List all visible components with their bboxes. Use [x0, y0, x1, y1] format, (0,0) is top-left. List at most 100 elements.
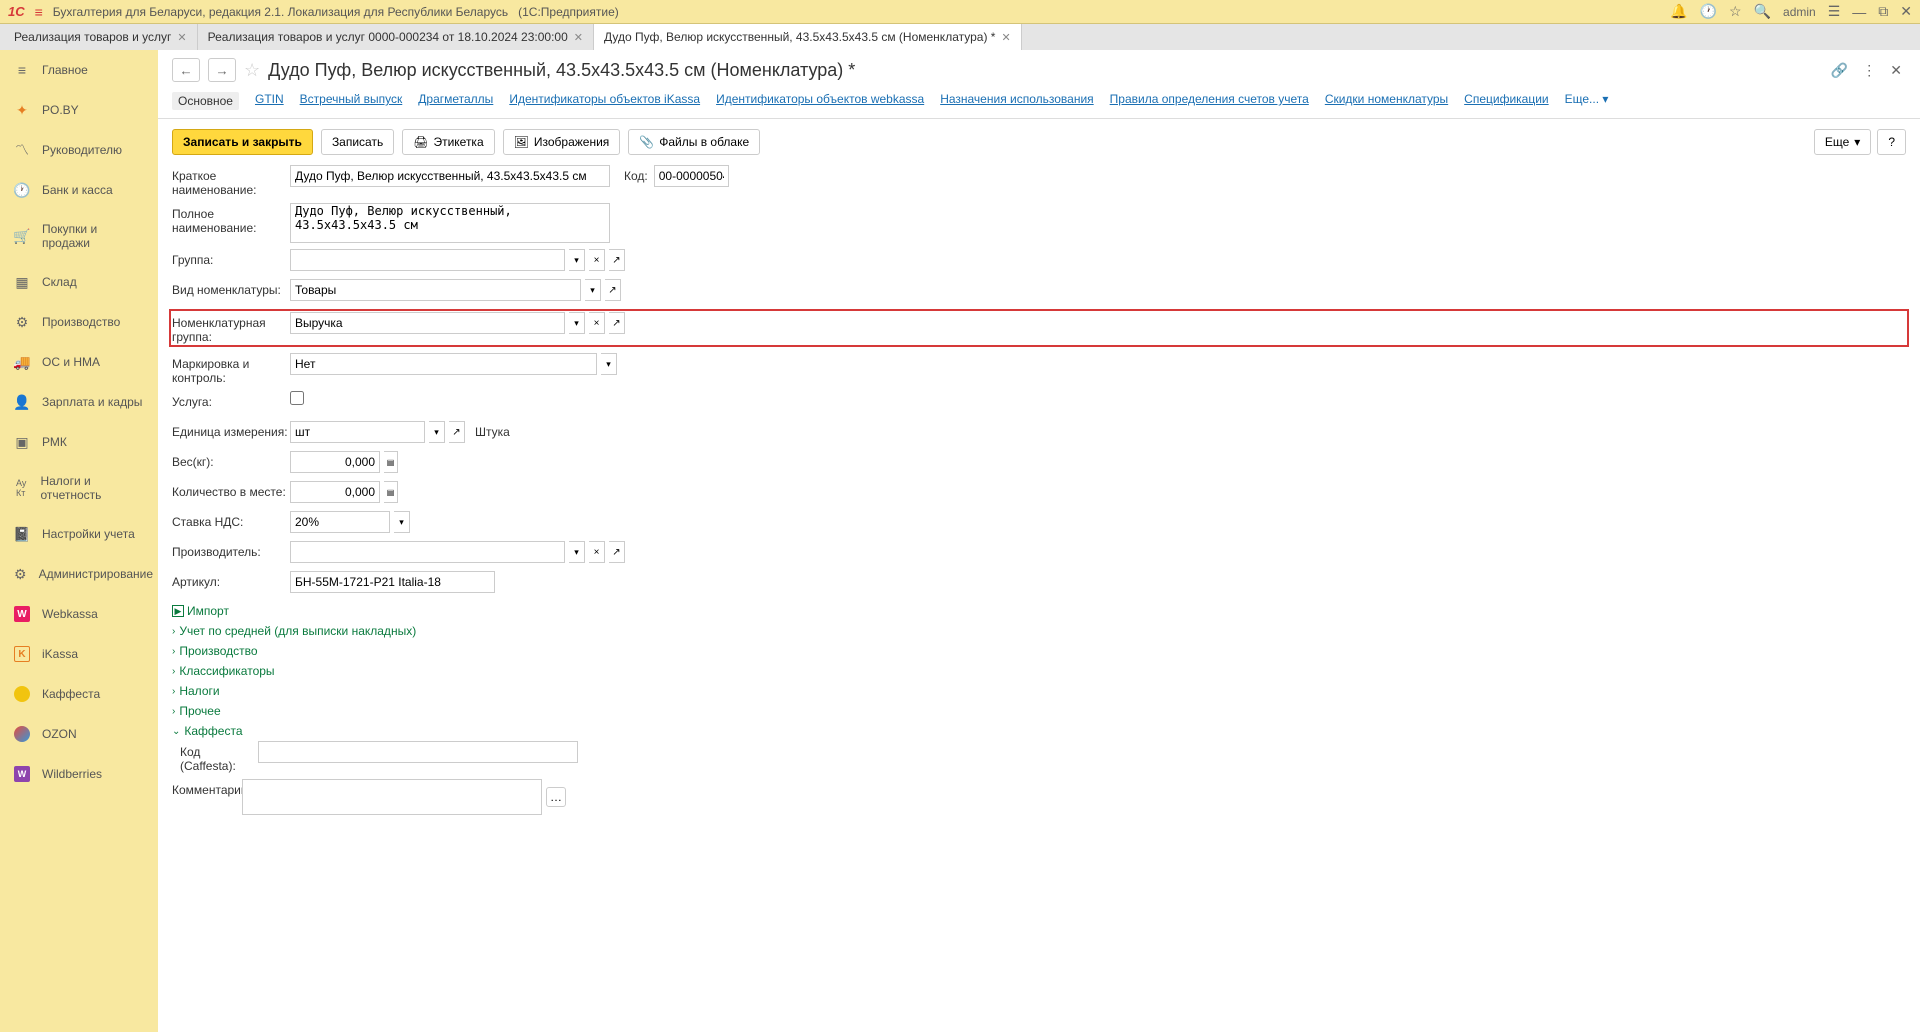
- tab-close-icon[interactable]: ✕: [1001, 31, 1010, 44]
- clear-icon[interactable]: ×: [589, 249, 605, 271]
- close-page-icon[interactable]: ✕: [1886, 60, 1906, 81]
- help-button[interactable]: ?: [1877, 129, 1906, 155]
- subtab-specs[interactable]: Спецификации: [1464, 92, 1548, 110]
- spinner-icon[interactable]: ▤: [384, 481, 398, 503]
- dropdown-icon[interactable]: ▾: [569, 541, 585, 563]
- subtab-metals[interactable]: Драгметаллы: [418, 92, 493, 110]
- subtab-ikassa[interactable]: Идентификаторы объектов iKassa: [509, 92, 700, 110]
- favorite-icon[interactable]: ☆: [244, 60, 260, 81]
- search-icon[interactable]: 🔍: [1754, 3, 1771, 20]
- tab-close-icon[interactable]: ✕: [574, 31, 583, 44]
- save-close-button[interactable]: Записать и закрыть: [172, 129, 313, 155]
- sidebar-item-admin[interactable]: ⚙Администрирование: [0, 554, 158, 594]
- dropdown-icon[interactable]: ▾: [601, 353, 617, 375]
- import-link[interactable]: ▶ Импорт: [172, 601, 1906, 621]
- open-icon[interactable]: ↗: [449, 421, 465, 443]
- sidebar-item-rmk[interactable]: ▣РМК: [0, 422, 158, 462]
- sidebar-item-assets[interactable]: 🚚ОС и НМА: [0, 342, 158, 382]
- service-checkbox[interactable]: [290, 391, 304, 405]
- dropdown-icon[interactable]: ▾: [394, 511, 410, 533]
- weight-input[interactable]: [290, 451, 380, 473]
- qty-input[interactable]: [290, 481, 380, 503]
- subtab-more[interactable]: Еще... ▾: [1565, 92, 1609, 110]
- manufacturer-input[interactable]: [290, 541, 565, 563]
- sidebar-item-manager[interactable]: 〽Руководителю: [0, 130, 158, 170]
- user-name[interactable]: admin: [1783, 5, 1816, 19]
- tab-0[interactable]: Реализация товаров и услуг ✕: [4, 24, 198, 50]
- unit-input[interactable]: [290, 421, 425, 443]
- vat-input[interactable]: [290, 511, 390, 533]
- comment-input[interactable]: [242, 779, 542, 815]
- label-button[interactable]: 🖨Этикетка: [402, 129, 494, 155]
- sidebar-item-poby[interactable]: ✦PO.BY: [0, 90, 158, 130]
- open-icon[interactable]: ↗: [609, 249, 625, 271]
- star-icon[interactable]: ☆: [1729, 3, 1742, 20]
- sidebar-item-tax[interactable]: АуКтНалоги и отчетность: [0, 462, 158, 514]
- back-button[interactable]: ←: [172, 58, 200, 82]
- files-button[interactable]: 📎Файлы в облаке: [628, 129, 760, 155]
- sidebar-item-caffesta[interactable]: Каффеста: [0, 674, 158, 714]
- kebab-icon[interactable]: ⋮: [1858, 60, 1880, 81]
- sidebar-item-ozon[interactable]: OZON: [0, 714, 158, 754]
- history-icon[interactable]: 🕐: [1700, 3, 1717, 20]
- tab-1[interactable]: Реализация товаров и услуг 0000-000234 о…: [198, 24, 594, 50]
- hamburger-icon[interactable]: ≡: [35, 4, 43, 20]
- section-avg[interactable]: ›Учет по средней (для выписки накладных): [172, 621, 1906, 641]
- article-input[interactable]: [290, 571, 495, 593]
- menu-icon[interactable]: ☰: [1828, 3, 1841, 20]
- section-classifiers[interactable]: ›Классификаторы: [172, 661, 1906, 681]
- section-caffesta[interactable]: ⌄Каффеста: [172, 721, 1906, 741]
- sidebar-item-ikassa[interactable]: KiKassa: [0, 634, 158, 674]
- forward-button[interactable]: →: [208, 58, 236, 82]
- sidebar-item-production[interactable]: ⚙Производство: [0, 302, 158, 342]
- tab-2[interactable]: Дудо Пуф, Велюр искусственный, 43.5х43.5…: [594, 24, 1022, 50]
- sidebar-item-warehouse[interactable]: ▦Склад: [0, 262, 158, 302]
- sidebar-item-sales[interactable]: 🛒Покупки и продажи: [0, 210, 158, 262]
- sidebar-item-hr[interactable]: 👤Зарплата и кадры: [0, 382, 158, 422]
- nom-group-input[interactable]: [290, 312, 565, 334]
- caffesta-code-input[interactable]: [258, 741, 578, 763]
- short-name-input[interactable]: [290, 165, 610, 187]
- subtab-discounts[interactable]: Скидки номенклатуры: [1325, 92, 1448, 110]
- maximize-icon[interactable]: ⧉: [1878, 3, 1888, 20]
- sidebar-item-webkassa[interactable]: WWebkassa: [0, 594, 158, 634]
- subtab-webkassa[interactable]: Идентификаторы объектов webkassa: [716, 92, 924, 110]
- subtab-counter[interactable]: Встречный выпуск: [300, 92, 403, 110]
- section-taxes[interactable]: ›Налоги: [172, 681, 1906, 701]
- sidebar-item-settings[interactable]: 📓Настройки учета: [0, 514, 158, 554]
- dropdown-icon[interactable]: ▾: [585, 279, 601, 301]
- subtab-main[interactable]: Основное: [172, 92, 239, 110]
- sidebar-item-wildberries[interactable]: WWildberries: [0, 754, 158, 794]
- open-icon[interactable]: ↗: [609, 541, 625, 563]
- marking-input[interactable]: [290, 353, 597, 375]
- section-production[interactable]: ›Производство: [172, 641, 1906, 661]
- bell-icon[interactable]: 🔔: [1670, 3, 1687, 20]
- full-name-input[interactable]: Дудо Пуф, Велюр искусственный, 43.5х43.5…: [290, 203, 610, 243]
- dropdown-icon[interactable]: ▾: [569, 312, 585, 334]
- open-icon[interactable]: ↗: [609, 312, 625, 334]
- sidebar-item-main[interactable]: ≡Главное: [0, 50, 158, 90]
- subtab-accounts[interactable]: Правила определения счетов учета: [1110, 92, 1309, 110]
- comment-expand-button[interactable]: …: [546, 787, 566, 807]
- clear-icon[interactable]: ×: [589, 312, 605, 334]
- close-icon[interactable]: ✕: [1900, 3, 1912, 20]
- code-input[interactable]: [654, 165, 729, 187]
- group-input[interactable]: [290, 249, 565, 271]
- section-other[interactable]: ›Прочее: [172, 701, 1906, 721]
- spinner-icon[interactable]: ▤: [384, 451, 398, 473]
- save-button[interactable]: Записать: [321, 129, 394, 155]
- more-button[interactable]: Еще ▾: [1814, 129, 1871, 155]
- dropdown-icon[interactable]: ▾: [569, 249, 585, 271]
- open-icon[interactable]: ↗: [605, 279, 621, 301]
- images-button[interactable]: 🖼Изображения: [503, 129, 621, 155]
- link-icon[interactable]: 🔗: [1827, 60, 1852, 81]
- dropdown-icon[interactable]: ▾: [429, 421, 445, 443]
- type-input[interactable]: [290, 279, 581, 301]
- tab-close-icon[interactable]: ✕: [177, 31, 186, 44]
- subtab-purpose[interactable]: Назначения использования: [940, 92, 1093, 110]
- clear-icon[interactable]: ×: [589, 541, 605, 563]
- sidebar-item-bank[interactable]: 🕐Банк и касса: [0, 170, 158, 210]
- subtab-gtin[interactable]: GTIN: [255, 92, 284, 110]
- minimize-icon[interactable]: —: [1852, 4, 1866, 20]
- group-label: Группа:: [172, 249, 290, 267]
